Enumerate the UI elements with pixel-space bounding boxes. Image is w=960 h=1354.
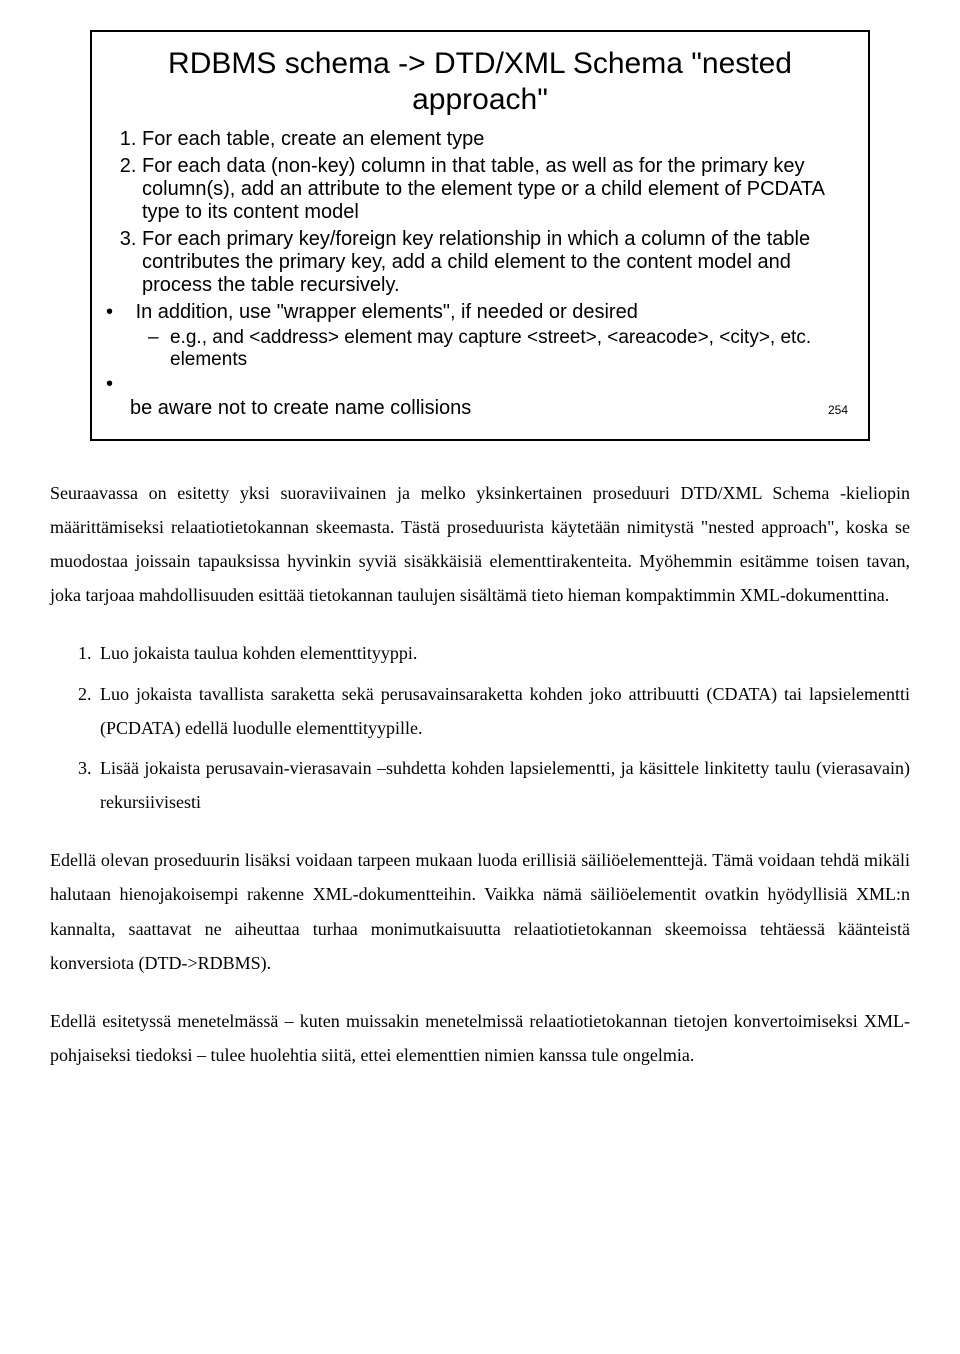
document-page: RDBMS schema -> DTD/XML Schema "nested a… — [0, 0, 960, 1136]
slide-bullet-2-text: be aware not to create name collisions — [130, 397, 471, 421]
slide-item-2: For each data (non-key) column in that t… — [142, 155, 848, 224]
slide-bullet-2: be aware not to create name collisions 2… — [130, 373, 848, 420]
slide-number: 254 — [808, 403, 848, 417]
slide-numbered-list: For each table, create an element type F… — [112, 128, 848, 297]
slide-sub-list: e.g., and <address> element may capture … — [130, 327, 848, 372]
slide-title: RDBMS schema -> DTD/XML Schema "nested a… — [112, 46, 848, 118]
paragraph-2: Edellä olevan proseduurin lisäksi voidaa… — [50, 843, 910, 980]
slide-item-3: For each primary key/foreign key relatio… — [142, 228, 848, 297]
fin-item-1: Luo jokaista taulua kohden elementtityyp… — [96, 636, 910, 670]
fin-item-2: Luo jokaista tavallista saraketta sekä p… — [96, 677, 910, 745]
body-text: Seuraavassa on esitetty yksi suoraviivai… — [50, 476, 910, 1073]
slide-bullet-1-text: In addition, use "wrapper elements", if … — [136, 301, 638, 323]
fin-item-3: Lisää jokaista perusavain-vierasavain –s… — [96, 751, 910, 819]
slide-bullet-list: In addition, use "wrapper elements", if … — [112, 301, 848, 421]
slide-item-1: For each table, create an element type — [142, 128, 848, 151]
slide-bullet-1: In addition, use "wrapper elements", if … — [130, 301, 848, 371]
slide-sub-1: e.g., and <address> element may capture … — [170, 327, 848, 372]
paragraph-1: Seuraavassa on esitetty yksi suoraviivai… — [50, 476, 910, 613]
slide-box: RDBMS schema -> DTD/XML Schema "nested a… — [90, 30, 870, 441]
paragraph-3: Edellä esitetyssä menetelmässä – kuten m… — [50, 1004, 910, 1072]
finnish-numbered-list: Luo jokaista taulua kohden elementtityyp… — [50, 636, 910, 819]
